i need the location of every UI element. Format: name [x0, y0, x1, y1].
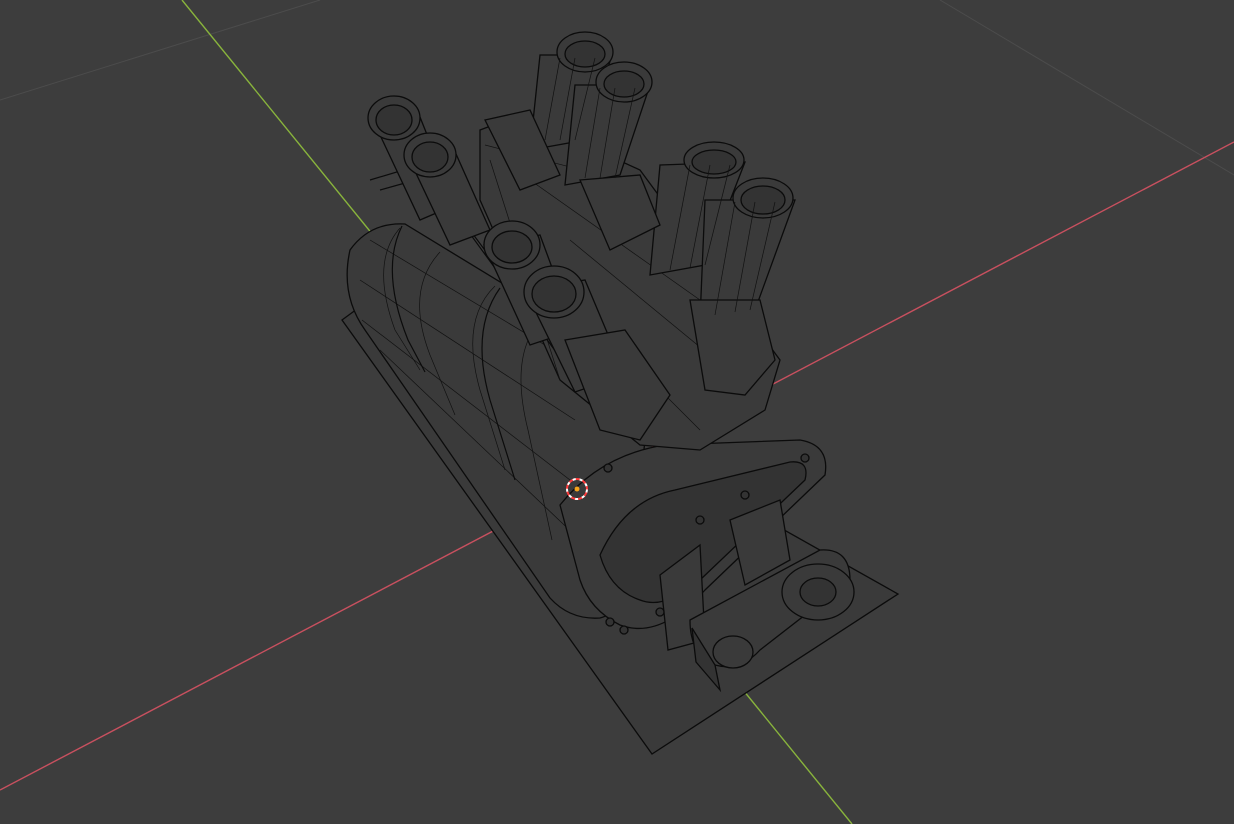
origin-dot-icon	[574, 486, 580, 492]
engine-model[interactable]	[341, 31, 900, 755]
pulley-hub	[799, 577, 837, 607]
grid-line	[0, 0, 321, 101]
pulley-wheel-small	[712, 635, 754, 669]
viewport-canvas[interactable]	[0, 0, 1234, 824]
grid-line	[939, 0, 1234, 176]
3d-viewport[interactable]	[0, 0, 1234, 824]
